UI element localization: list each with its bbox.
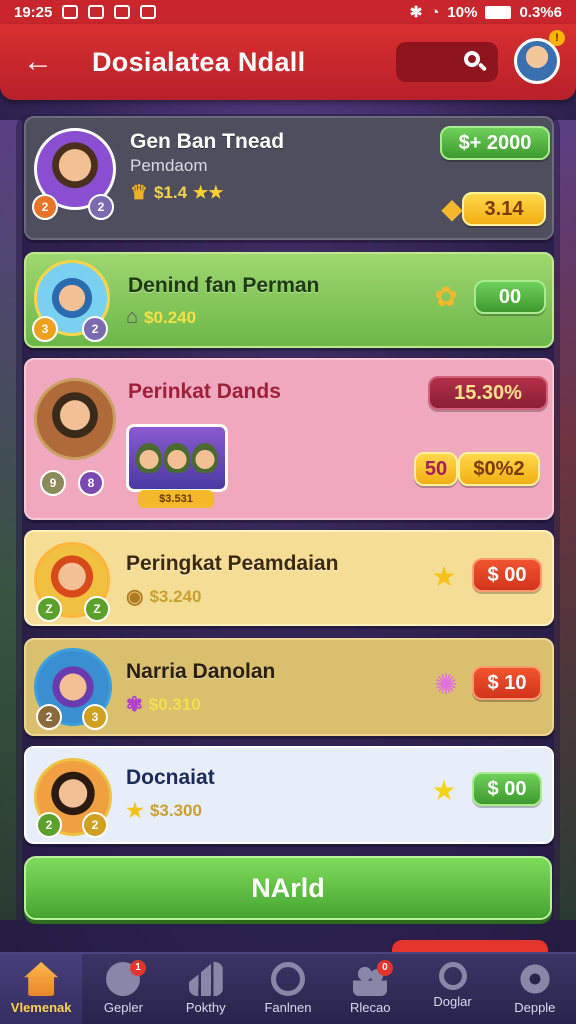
flower-icon: ✾ bbox=[126, 694, 143, 716]
nav-item-chart[interactable]: Pokthy bbox=[165, 954, 247, 1024]
status-right-text: 0.3%6 bbox=[519, 3, 562, 21]
notification-icon bbox=[114, 5, 131, 19]
nav-item-settings[interactable]: Depple bbox=[494, 954, 576, 1024]
profile-notification-badge: ! bbox=[549, 30, 565, 46]
nav-label: Fanlnen bbox=[264, 1000, 312, 1015]
nav-item-chat[interactable]: 1 Gepler bbox=[82, 954, 164, 1024]
bottom-navigation: Vlemenak 1 Gepler Pokthy Fanlnen 0 Rleca… bbox=[0, 952, 576, 1024]
house-icon: ⌂ bbox=[126, 306, 139, 328]
search-button[interactable] bbox=[396, 42, 498, 82]
bluetooth-icon: ✱ bbox=[409, 4, 423, 21]
gear-icon bbox=[517, 962, 552, 996]
home-icon bbox=[24, 962, 59, 996]
percent-pill[interactable]: 15.30% bbox=[428, 376, 548, 410]
page-title: Dosialatea Ndall bbox=[92, 46, 306, 77]
nav-label: Vlemenak bbox=[10, 1000, 72, 1015]
nav-item-users[interactable]: 0 Rlecao bbox=[329, 954, 411, 1024]
team-label: $3.531 bbox=[138, 490, 214, 508]
nav-badge: 1 bbox=[130, 960, 146, 976]
player-subtitle: Pemdaom bbox=[130, 156, 208, 175]
crown-icon: ♛ bbox=[130, 182, 148, 204]
star-icon: ★★ bbox=[193, 182, 224, 202]
reward-pill[interactable]: $ 00 bbox=[472, 558, 542, 592]
nav-label: Doglar bbox=[433, 994, 472, 1009]
search-icon bbox=[438, 962, 467, 990]
reward-pill[interactable]: $ 10 bbox=[472, 666, 542, 700]
nav-label: Depple bbox=[514, 1000, 556, 1015]
wifi-icon: ◔ bbox=[430, 3, 440, 21]
rank-badge: 9 bbox=[40, 470, 66, 496]
back-arrow-icon[interactable]: ← bbox=[18, 42, 58, 82]
player-score: $1.4 bbox=[153, 182, 188, 202]
battery-text: 10% bbox=[447, 3, 478, 21]
player-name: Peringkat Peamdaian bbox=[126, 552, 339, 575]
search-icon bbox=[464, 51, 488, 73]
level-badge: 8 bbox=[78, 470, 104, 496]
team-thumbnail[interactable] bbox=[126, 424, 228, 492]
star-gem-icon: ★ bbox=[431, 774, 457, 806]
leaderboard-row[interactable]: 2 2 Gen Ban Tnead Pemdaom ♛ $1.4 ★★ $+ 2… bbox=[24, 116, 554, 240]
nav-item-timer[interactable]: Fanlnen bbox=[247, 954, 329, 1024]
timer-icon bbox=[270, 962, 305, 996]
level-badge: 3 bbox=[82, 704, 108, 730]
rank-badge: 2 bbox=[32, 194, 58, 220]
reward-pill[interactable]: $ 00 bbox=[472, 772, 542, 806]
level-pill[interactable]: 50 bbox=[414, 452, 458, 486]
rank-badge: 3 bbox=[32, 316, 58, 342]
player-name: Denind fan Perman bbox=[128, 274, 320, 297]
primary-action-button[interactable]: NArld bbox=[24, 856, 552, 920]
leaderboard-row[interactable]: 3 2 Narria Danolan ✾ $0.310 ✺ $ 10 bbox=[24, 638, 554, 736]
status-bar: 19:25 ✱ ◔ 10% 0.3%6 bbox=[0, 0, 576, 24]
battery-icon bbox=[485, 5, 512, 19]
puzzle-gem-icon: ✿ bbox=[434, 280, 458, 312]
nav-label: Rlecao bbox=[350, 1000, 391, 1015]
player-score: $0.310 bbox=[148, 694, 201, 714]
status-time: 19:25 bbox=[14, 3, 53, 21]
player-name: Gen Ban Tnead bbox=[130, 130, 285, 153]
reward-pill[interactable]: $0%2 bbox=[458, 452, 540, 486]
notification-icon bbox=[88, 5, 105, 19]
level-badge: 2 bbox=[88, 194, 114, 220]
flower-gem-icon: ✺ bbox=[434, 668, 458, 700]
level-badge: Z bbox=[84, 596, 110, 622]
nav-label: Pokthy bbox=[185, 1000, 226, 1015]
notification-icon bbox=[140, 5, 157, 19]
star-icon: ★ bbox=[126, 800, 144, 822]
player-name: Docnaiat bbox=[126, 766, 215, 789]
leaderboard-row[interactable]: 3 2 Denind fan Perman ⌂ $0.240 ✿ 00 bbox=[24, 252, 554, 348]
player-name: Perinkat Dands bbox=[128, 380, 281, 403]
leaderboard-row[interactable]: Z Z Peringkat Peamdaian ◉ $3.240 ★ $ 00 bbox=[24, 530, 554, 626]
rank-badge: 2 bbox=[36, 812, 62, 838]
nav-label: Gepler bbox=[103, 1000, 143, 1015]
star-gem-icon: ★ bbox=[431, 560, 457, 592]
rank-badge: Z bbox=[36, 596, 62, 622]
reward-pill[interactable]: 00 bbox=[474, 280, 546, 314]
coin-icon: ◉ bbox=[126, 586, 144, 608]
rank-badge: 2 bbox=[36, 704, 62, 730]
player-score: $3.300 bbox=[149, 800, 202, 820]
player-avatar bbox=[34, 378, 116, 460]
level-badge: 2 bbox=[82, 812, 108, 838]
player-score: $0.240 bbox=[144, 307, 197, 327]
app-header: ← Dosialatea Ndall bbox=[0, 24, 576, 100]
nav-badge: 0 bbox=[376, 960, 393, 976]
points-pill[interactable]: 3.14 bbox=[462, 192, 546, 226]
player-name: Narria Danolan bbox=[126, 660, 276, 683]
leaderboard-row[interactable]: 2 2 Docnaiat ★ $3.300 ★ $ 00 bbox=[24, 746, 554, 844]
nav-item-search[interactable]: Doglar bbox=[411, 954, 493, 1024]
level-badge: 2 bbox=[82, 316, 108, 342]
chart-icon bbox=[188, 962, 223, 996]
player-score: $3.240 bbox=[149, 586, 202, 606]
nav-item-home[interactable]: Vlemenak bbox=[0, 954, 83, 1024]
leaderboard-row[interactable]: 9 8 Perinkat Dands $3.531 15.30% 50 $0%2 bbox=[24, 358, 554, 520]
reward-pill[interactable]: $+ 2000 bbox=[440, 126, 550, 160]
notification-icon bbox=[62, 5, 79, 19]
